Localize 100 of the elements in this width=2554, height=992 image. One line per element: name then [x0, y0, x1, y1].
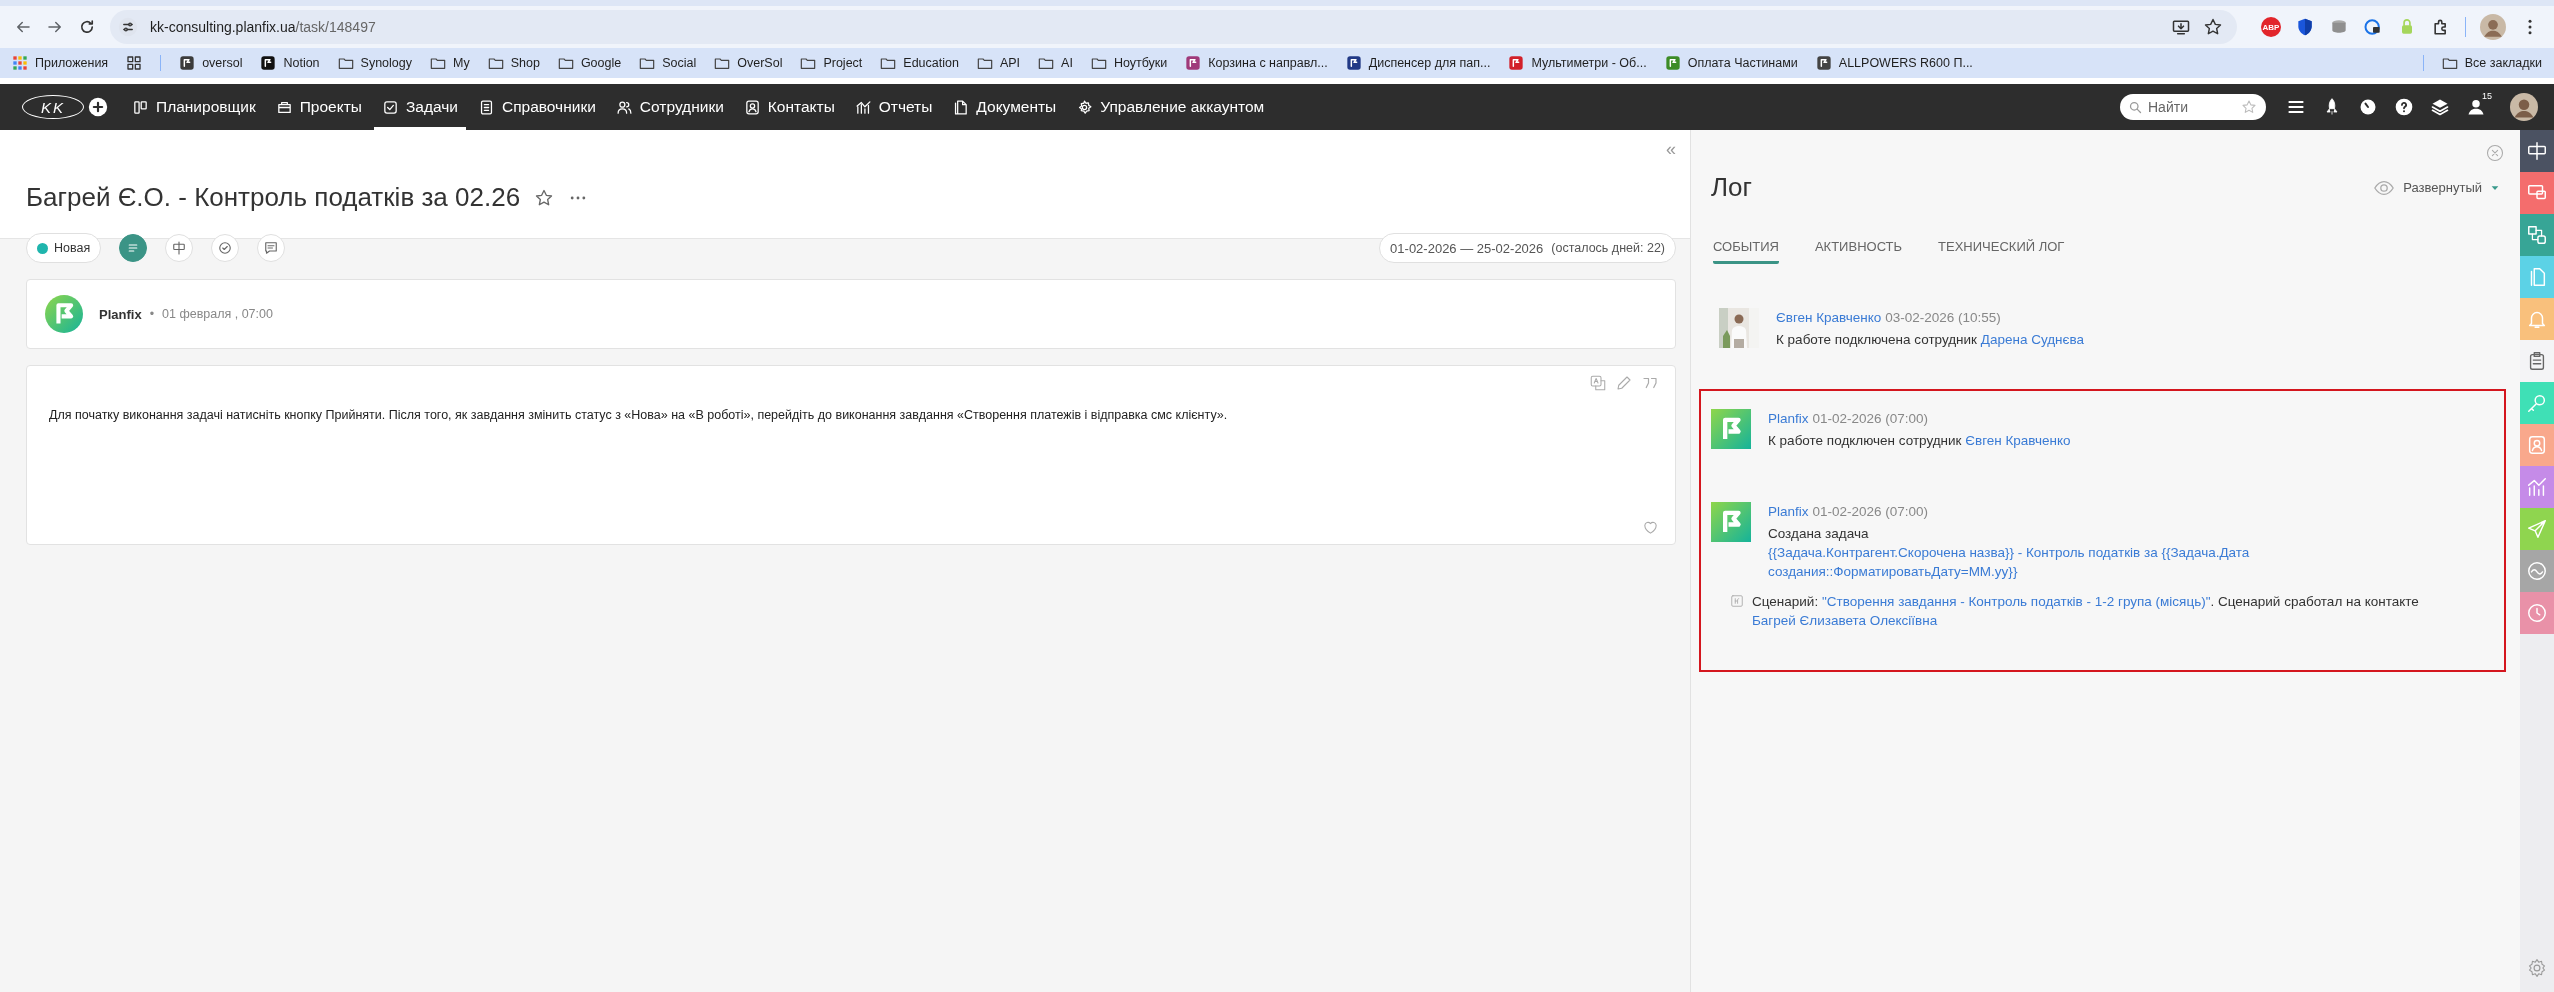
entry-time: 01-02-2026 (07:00) — [1812, 503, 1929, 521]
bookmark[interactable]: Корзина с направл... — [1185, 55, 1328, 71]
favicon-icon — [1664, 55, 1681, 71]
bookmark[interactable]: Notion — [260, 55, 320, 71]
address-bar[interactable]: kk-consulting.planfix.ua/task/148497 — [110, 10, 2237, 44]
script-icon — [1730, 594, 1744, 608]
link[interactable]: Багрей Єлизавета Олексіївна — [1752, 613, 1938, 628]
author-link[interactable]: Planfix — [1768, 409, 1809, 428]
log-title: Лог — [1711, 172, 1752, 203]
view-mode-dropdown[interactable]: Развернутый — [2373, 176, 2500, 199]
separator-dot: • — [149, 307, 154, 321]
help-icon[interactable] — [2394, 97, 2414, 117]
contact-card-icon — [2526, 434, 2548, 456]
bookmark[interactable]: Education — [880, 55, 959, 71]
profile-avatar-icon[interactable] — [2480, 14, 2506, 40]
folder-icon — [430, 55, 446, 71]
log-tab[interactable]: СОБЫТИЯ — [1713, 239, 1779, 264]
entry-text: К работе подключена сотрудник Дарена Суднєва — [1776, 331, 2085, 349]
flag-logo-icon — [1711, 409, 1751, 449]
link[interactable]: Євген Кравченко — [1965, 433, 2071, 448]
star-icon — [2241, 99, 2257, 115]
layers-icon[interactable] — [2430, 97, 2450, 117]
favicon-icon — [260, 55, 277, 71]
apps-icon — [12, 55, 28, 71]
favicon-icon — [1185, 55, 1202, 71]
bookmark[interactable]: Приложения — [12, 55, 109, 71]
entry-text: К работе подключен сотрудник Євген Кравченко — [1768, 432, 2072, 450]
status-button[interactable]: Новая — [26, 233, 102, 263]
nav-tab[interactable]: Сотрудники — [607, 84, 732, 130]
bookmark[interactable]: ALLPOWERS R600 П... — [1815, 55, 1973, 71]
entry-time: 01-02-2026 (07:00) — [1812, 410, 1929, 428]
author-link[interactable]: Євген Кравченко — [1776, 308, 1882, 327]
bookmark[interactable]: Google — [557, 55, 622, 71]
nav-tab[interactable]: Отчеты — [846, 84, 941, 130]
checkbox-icon — [381, 98, 399, 116]
all-bookmarks[interactable]: Все закладки — [2441, 55, 2542, 71]
lock-circle-icon[interactable] — [2363, 17, 2383, 37]
flag-logo-icon — [1711, 502, 1751, 542]
log-tab[interactable]: ТЕХНИЧЕСКИЙ ЛОГ — [1938, 239, 2065, 264]
view-toggle[interactable] — [119, 234, 148, 262]
flag-logo-icon — [45, 295, 83, 333]
install-icon[interactable] — [2171, 17, 2191, 37]
link[interactable]: Дарена Суднєва — [1980, 332, 2084, 347]
bookmark[interactable]: My — [430, 55, 470, 71]
nav-tab[interactable]: Документы — [944, 84, 1065, 130]
folder-icon — [800, 55, 817, 71]
user-avatar-icon[interactable] — [2510, 93, 2538, 121]
favicon-icon — [1345, 55, 1362, 71]
url-text: kk-consulting.planfix.ua/task/148497 — [150, 19, 376, 35]
bookmark[interactable]: Диспенсер для пап... — [1345, 55, 1491, 71]
bookmark[interactable]: OverSol — [714, 55, 783, 71]
link[interactable]: "Створення завдання - Контроль податків - 1-2 група (місяць)" — [1821, 592, 2211, 611]
bookmark[interactable]: Synology — [337, 55, 412, 71]
folder-icon — [880, 55, 897, 71]
bookmark[interactable]: Ноутбуки — [1090, 55, 1168, 71]
nav-tab[interactable]: Управление аккаунтом — [1068, 84, 1273, 130]
wave-icon — [2526, 560, 2548, 582]
bookmark[interactable]: Оплата Частинами — [1664, 55, 1798, 71]
log-tab[interactable]: АКТИВНОСТЬ — [1814, 239, 1903, 264]
star-icon[interactable] — [534, 187, 555, 208]
clock-icon — [2526, 602, 2548, 624]
bookmark[interactable]: API — [976, 55, 1021, 71]
add-icon[interactable] — [88, 97, 108, 117]
bookmark[interactable]: Мультиметри - Об... — [1508, 55, 1647, 71]
date-range[interactable]: 01-02-2026 — 25-02-2026 (осталось дней: 22) — [1379, 233, 1676, 263]
nav-tab[interactable]: Справочники — [469, 84, 604, 130]
apps-grid-icon[interactable] — [126, 55, 143, 71]
bookmark[interactable]: Shop — [487, 55, 540, 71]
reload-icon[interactable] — [78, 18, 96, 36]
star-icon[interactable] — [2203, 17, 2223, 37]
side-tab[interactable] — [2520, 130, 2554, 172]
side-tab[interactable] — [2520, 340, 2554, 382]
search-field[interactable]: Найти — [2120, 94, 2266, 120]
gauge-icon[interactable] — [2358, 97, 2378, 117]
bookmark[interactable]: AI — [1038, 55, 1073, 71]
bookmark[interactable]: Project — [800, 55, 863, 71]
adblock-extension[interactable]: ABP — [2261, 17, 2281, 37]
link[interactable]: {{Задача.Контрагент.Скорочена назва}} - Контроль податків за {{Задача.Дата создания::ФорматироватьДату=MM.yy}} — [1768, 543, 2490, 581]
documents-icon — [952, 98, 970, 116]
shield-icon[interactable] — [2295, 17, 2315, 37]
bookmark[interactable]: oversol — [179, 55, 243, 71]
chart-icon — [854, 98, 872, 116]
folder-icon — [1090, 55, 1107, 71]
user-icon[interactable] — [2466, 97, 2486, 117]
folder-icon — [337, 55, 354, 71]
site-settings-icon[interactable] — [118, 17, 138, 37]
paper-plane-icon — [2526, 518, 2548, 540]
contact-card-icon — [743, 98, 761, 116]
favicon-icon — [179, 55, 196, 71]
folder-icon — [976, 55, 993, 71]
nav-tab[interactable]: Контакты — [735, 84, 843, 130]
key-icon — [2526, 392, 2548, 414]
bookmark[interactable]: Social — [639, 55, 697, 71]
author-link[interactable]: Planfix — [1768, 502, 1809, 521]
author-name[interactable]: Planfix — [99, 306, 142, 322]
folder-icon — [639, 55, 656, 71]
nav-tab[interactable]: Проекты — [267, 84, 370, 130]
nav-tab[interactable]: Планировщик — [124, 84, 264, 130]
board-icon — [132, 98, 149, 116]
task-title: Багрей Є.О. - Контроль податків за 02.26 — [26, 182, 521, 213]
